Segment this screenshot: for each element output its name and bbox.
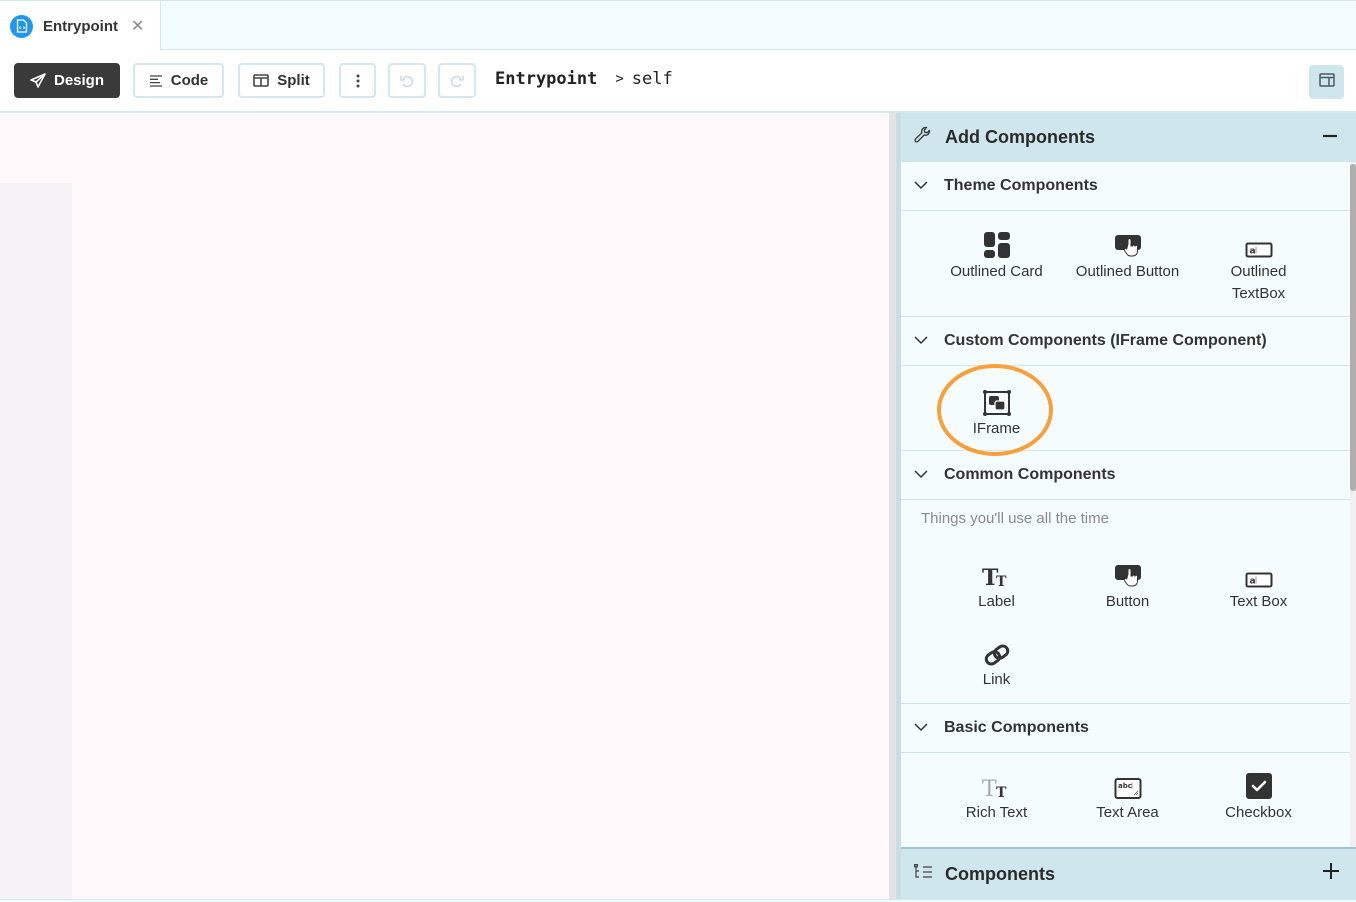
button-icon	[1114, 227, 1142, 259]
component-rich-text[interactable]: TT Rich Text	[931, 768, 1062, 824]
link-icon	[983, 635, 1011, 667]
svg-text:T: T	[982, 777, 997, 800]
file-code-icon	[10, 14, 33, 38]
breadcrumb-current: self	[631, 69, 673, 89]
vertical-dots-icon	[356, 74, 360, 88]
component-label: Outlined TextBox	[1230, 263, 1287, 302]
undo-button[interactable]	[388, 63, 426, 98]
components-title: Components	[945, 863, 1055, 884]
panel-resize-handle[interactable]	[889, 113, 896, 899]
button-icon	[1114, 557, 1142, 589]
component-text-area[interactable]: abc Text Area	[1062, 768, 1193, 824]
section-basic-components[interactable]: Basic Components	[901, 704, 1351, 753]
minus-icon[interactable]	[1322, 125, 1338, 147]
component-checkbox[interactable]: Checkbox	[1193, 768, 1324, 824]
tab-entrypoint[interactable]: Entrypoint ✕	[0, 1, 161, 51]
card-icon	[983, 227, 1011, 259]
add-components-title: Add Components	[945, 127, 1095, 147]
design-label: Design	[53, 72, 104, 89]
iframe-icon	[982, 384, 1011, 416]
redo-icon	[449, 73, 465, 89]
section-title: Common Components	[944, 466, 1116, 483]
design-canvas[interactable]	[0, 113, 889, 899]
component-iframe[interactable]: IFrame	[931, 384, 1062, 440]
layout-icon	[1318, 72, 1335, 92]
tab-label: Entrypoint	[43, 17, 118, 35]
component-outlined-textbox[interactable]: a Outlined TextBox	[1193, 227, 1324, 305]
breadcrumb-separator: >	[615, 71, 624, 87]
component-label: Rich Text	[965, 804, 1028, 821]
split-label: Split	[277, 72, 310, 89]
component-label: Button	[1105, 593, 1150, 610]
breadcrumb: Entrypoint > self	[495, 69, 673, 89]
svg-text:abc: abc	[1118, 782, 1132, 790]
rich-text-icon: TT	[982, 768, 1012, 800]
close-icon[interactable]: ✕	[131, 16, 144, 36]
component-link[interactable]: Link	[931, 635, 1062, 691]
more-button[interactable]	[339, 63, 376, 98]
section-title: Basic Components	[944, 719, 1089, 736]
svg-text:T: T	[996, 785, 1007, 800]
section-subtitle: Things you'll use all the time	[921, 510, 1109, 527]
canvas-margin	[0, 183, 72, 899]
code-label: Code	[170, 72, 209, 89]
component-label: Label	[978, 593, 1015, 610]
chevron-down-icon	[913, 177, 929, 195]
design-button[interactable]: Design	[14, 63, 120, 98]
component-label: Outlined Button	[1075, 263, 1180, 280]
section-title: Custom Components (IFrame Component)	[944, 332, 1267, 349]
section-title: Theme Components	[944, 177, 1098, 194]
split-button[interactable]: Split	[238, 63, 325, 98]
redo-button[interactable]	[438, 63, 476, 98]
section-theme-components[interactable]: Theme Components	[901, 162, 1351, 211]
svg-text:T: T	[996, 574, 1007, 589]
text-lines-icon	[149, 74, 163, 87]
component-label: Checkbox	[1225, 804, 1292, 821]
common-components-grid: Things you'll use all the time TT Label …	[901, 500, 1351, 704]
component-label: IFrame	[972, 420, 1021, 437]
tab-bar: Entrypoint ✕	[0, 0, 1356, 51]
add-components-panel: Add Components Theme Components Outlined…	[896, 113, 1356, 899]
wrench-icon	[913, 125, 933, 150]
label-icon: TT	[982, 557, 1012, 589]
text-area-icon: abc	[1114, 768, 1142, 800]
basic-components-grid: TT Rich Text abc Text Area Checkbox	[901, 753, 1351, 847]
components-header[interactable]: Components	[901, 847, 1356, 899]
component-label: Text Area	[1096, 804, 1159, 821]
component-outlined-card[interactable]: Outlined Card	[931, 227, 1062, 305]
custom-components-grid: IFrame	[901, 364, 1351, 456]
textbox-icon: a	[1245, 227, 1273, 259]
section-common-components[interactable]: Common Components	[901, 451, 1351, 500]
checkbox-icon	[1245, 768, 1273, 800]
component-button[interactable]: Button	[1062, 557, 1193, 613]
panel-scrollbar[interactable]	[1350, 162, 1356, 847]
chevron-down-icon	[913, 466, 929, 484]
component-outlined-button[interactable]: Outlined Button	[1062, 227, 1193, 305]
scrollbar-thumb[interactable]	[1350, 164, 1356, 491]
undo-icon	[399, 73, 415, 89]
component-label: Link	[982, 671, 1011, 688]
toolbar: Design Code Split Entrypoint > self	[0, 50, 1356, 113]
send-icon	[30, 72, 46, 89]
svg-text:a: a	[1249, 577, 1255, 587]
component-text-box[interactable]: a Text Box	[1193, 557, 1324, 613]
add-components-list: Theme Components Outlined Card Outlined …	[901, 162, 1351, 847]
textbox-icon: a	[1245, 557, 1273, 589]
section-custom-components[interactable]: Custom Components (IFrame Component)	[901, 317, 1351, 366]
layout-toggle-button[interactable]	[1309, 65, 1344, 99]
component-label: Text Box	[1229, 593, 1288, 610]
tree-list-icon	[913, 863, 933, 885]
chevron-down-icon	[913, 332, 929, 350]
breadcrumb-root[interactable]: Entrypoint	[495, 69, 597, 89]
theme-components-grid: Outlined Card Outlined Button a Outlined…	[901, 211, 1351, 317]
component-label: Outlined Card	[950, 263, 1043, 280]
component-label-widget[interactable]: TT Label	[931, 557, 1062, 613]
add-components-header[interactable]: Add Components	[901, 113, 1356, 162]
chevron-down-icon	[913, 719, 929, 737]
plus-icon[interactable]	[1322, 861, 1340, 885]
code-button[interactable]: Code	[133, 63, 224, 98]
svg-text:a: a	[1249, 247, 1255, 257]
split-view-icon	[253, 74, 270, 87]
